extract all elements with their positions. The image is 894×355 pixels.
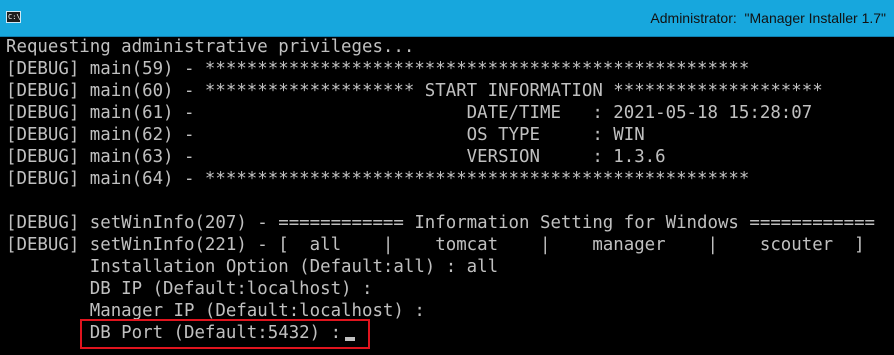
console-app-icon[interactable]: C:\ [6,11,21,23]
console-line: [DEBUG] main(60) - ******************** … [6,81,823,101]
title-bar[interactable]: C:\ Administrator: "Manager Installer 1.… [0,0,894,37]
console-line: DB IP (Default:localhost) : [6,279,373,299]
console-line: [DEBUG] main(63) - VERSION : 1.3.6 [6,147,666,167]
console-line: Requesting administrative privileges... [6,37,415,57]
console-line: [DEBUG] main(59) - *********************… [6,59,750,79]
console-output[interactable]: Requesting administrative privileges... … [6,36,894,355]
console-line: [DEBUG] setWinInfo(207) - ============ I… [6,213,876,233]
console-line: Installation Option (Default:all) : all [6,257,499,277]
db-port-highlight-box [80,319,370,349]
console-line: [DEBUG] main(64) - *********************… [6,169,750,189]
window-title: Administrator: "Manager Installer 1.7" [650,10,886,26]
console-line: [DEBUG] main(61) - DATE/TIME : 2021-05-1… [6,103,813,123]
console-line: [DEBUG] main(62) - OS TYPE : WIN [6,125,645,145]
console-line: [DEBUG] setWinInfo(221) - [ all | tomcat… [6,235,865,255]
